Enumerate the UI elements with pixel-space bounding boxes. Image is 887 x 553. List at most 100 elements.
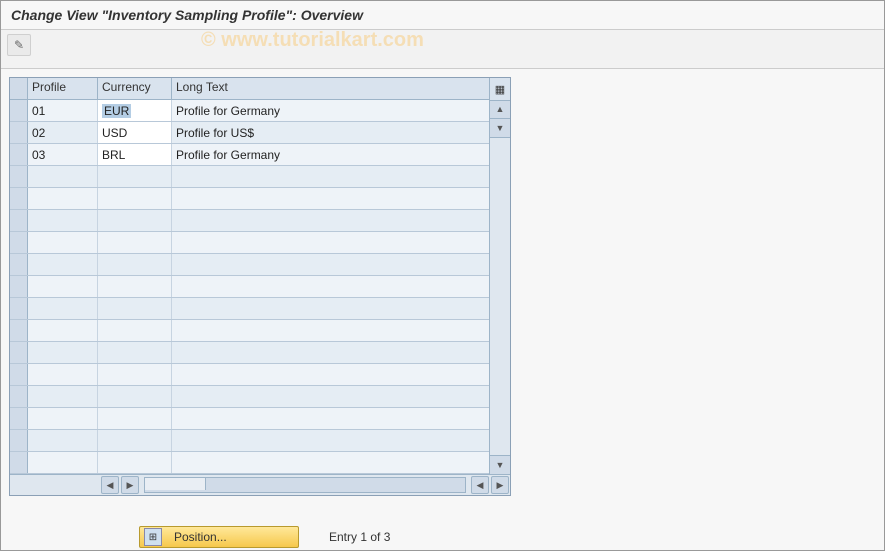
scroll-down-step-button[interactable]: ▼ [490,119,510,138]
row-selector[interactable] [10,386,28,407]
scroll-right-end-button[interactable]: ▶ [491,476,509,494]
cell-empty[interactable] [172,166,489,187]
cell-empty[interactable] [28,166,98,187]
cell-long-text[interactable]: Profile for US$ [172,122,489,143]
cell-empty[interactable] [28,364,98,385]
cell-empty[interactable] [172,408,489,429]
cell-empty[interactable] [28,386,98,407]
row-selector[interactable] [10,100,28,121]
cell-empty[interactable] [98,276,172,297]
table-row-empty[interactable] [10,188,489,210]
horizontal-scrollbar[interactable]: ◀ ▶ ◀ ▶ [10,474,510,495]
row-selector[interactable] [10,430,28,451]
table-row-empty[interactable] [10,408,489,430]
cell-empty[interactable] [28,408,98,429]
cell-empty[interactable] [28,320,98,341]
cell-empty[interactable] [172,210,489,231]
table-row-empty[interactable] [10,254,489,276]
cell-empty[interactable] [98,386,172,407]
cell-empty[interactable] [172,254,489,275]
table-row-empty[interactable] [10,342,489,364]
cell-currency[interactable]: EUR [98,100,172,121]
cell-long-text[interactable]: Profile for Germany [172,100,489,121]
row-selector[interactable] [10,276,28,297]
cell-empty[interactable] [172,276,489,297]
cell-empty[interactable] [28,298,98,319]
cell-profile[interactable]: 01 [28,100,98,121]
cell-empty[interactable] [172,452,489,473]
column-header-long-text[interactable]: Long Text [172,78,489,100]
table-row[interactable]: 02USDProfile for US$ [10,122,489,144]
cell-empty[interactable] [172,386,489,407]
table-row-empty[interactable] [10,452,489,474]
column-header-profile[interactable]: Profile [28,78,98,100]
cell-empty[interactable] [98,188,172,209]
cell-empty[interactable] [28,452,98,473]
scroll-down-end-button[interactable]: ▼ [490,455,510,474]
column-header-currency[interactable]: Currency [98,78,172,100]
cell-profile[interactable]: 03 [28,144,98,165]
table-row[interactable]: 03BRLProfile for Germany [10,144,489,166]
cell-empty[interactable] [28,210,98,231]
row-selector[interactable] [10,298,28,319]
cell-empty[interactable] [172,364,489,385]
scroll-left-end-button[interactable]: ◀ [471,476,489,494]
scroll-right-step-button[interactable]: ▶ [121,476,139,494]
cell-empty[interactable] [28,430,98,451]
cell-empty[interactable] [98,210,172,231]
table-row-empty[interactable] [10,430,489,452]
row-selector[interactable] [10,188,28,209]
cell-empty[interactable] [98,298,172,319]
scroll-up-button[interactable]: ▲ [490,100,510,119]
table-row[interactable]: 01EURProfile for Germany [10,100,489,122]
cell-empty[interactable] [98,320,172,341]
cell-empty[interactable] [172,232,489,253]
configure-columns-button[interactable]: ▦ [489,78,510,101]
scroll-thumb[interactable] [145,478,206,490]
cell-profile[interactable]: 02 [28,122,98,143]
table-row-empty[interactable] [10,364,489,386]
row-selector[interactable] [10,122,28,143]
row-selector[interactable] [10,210,28,231]
cell-empty[interactable] [28,188,98,209]
cell-empty[interactable] [98,342,172,363]
table-row-empty[interactable] [10,386,489,408]
row-selector[interactable] [10,166,28,187]
scroll-left-button[interactable]: ◀ [101,476,119,494]
row-selector[interactable] [10,408,28,429]
cell-empty[interactable] [172,188,489,209]
table-row-empty[interactable] [10,166,489,188]
cell-empty[interactable] [172,342,489,363]
row-selector-header[interactable] [10,78,28,100]
vertical-scrollbar[interactable]: ▲ ▼ ▼ [489,100,510,474]
cell-empty[interactable] [28,254,98,275]
cell-empty[interactable] [28,276,98,297]
table-row-empty[interactable] [10,298,489,320]
cell-empty[interactable] [28,232,98,253]
cell-empty[interactable] [28,342,98,363]
row-selector[interactable] [10,254,28,275]
table-row-empty[interactable] [10,320,489,342]
row-selector[interactable] [10,342,28,363]
cell-empty[interactable] [98,430,172,451]
table-row-empty[interactable] [10,210,489,232]
cell-empty[interactable] [172,430,489,451]
cell-empty[interactable] [98,408,172,429]
row-selector[interactable] [10,452,28,473]
cell-empty[interactable] [172,298,489,319]
row-selector[interactable] [10,144,28,165]
cell-empty[interactable] [98,364,172,385]
row-selector[interactable] [10,232,28,253]
cell-empty[interactable] [98,254,172,275]
cell-empty[interactable] [98,166,172,187]
position-button[interactable]: ⊞ Position... [139,526,299,548]
row-selector[interactable] [10,364,28,385]
table-row-empty[interactable] [10,276,489,298]
row-selector[interactable] [10,320,28,341]
cell-empty[interactable] [98,232,172,253]
cell-empty[interactable] [98,452,172,473]
cell-currency[interactable]: BRL [98,144,172,165]
scroll-track[interactable] [144,477,466,493]
cell-long-text[interactable]: Profile for Germany [172,144,489,165]
table-row-empty[interactable] [10,232,489,254]
